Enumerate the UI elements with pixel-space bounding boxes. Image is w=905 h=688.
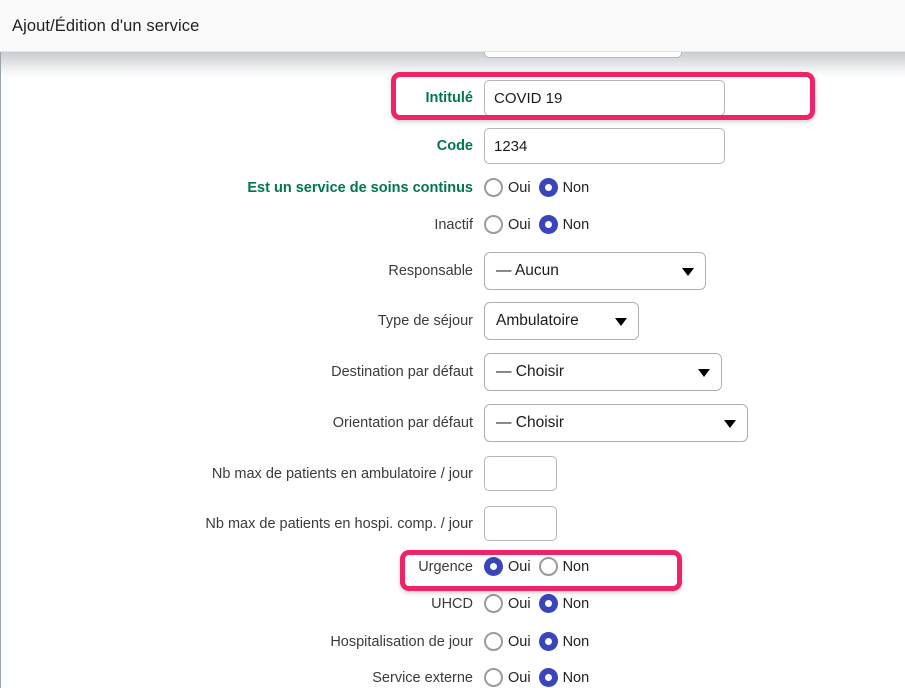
radio-label-non: Non	[562, 595, 590, 612]
radio-circle-oui[interactable]	[484, 668, 503, 687]
radio-option-urgence-non[interactable]: Non	[538, 557, 590, 576]
form-row-nbmax-ambulatoire: Nb max de patients en ambulatoire / jour	[181, 456, 557, 491]
label-type-sejour: Type de séjour	[377, 313, 473, 329]
radio-option-uhcd-oui[interactable]: Oui	[484, 594, 531, 613]
input-nbmax-ambulatoire[interactable]	[484, 456, 557, 491]
form-row-type-sejour: Type de séjour Ambulatoire	[301, 302, 639, 340]
label-nbmax-ambulatoire: Nb max de patients en ambulatoire / jour	[211, 465, 473, 482]
label-soins-continus: Est un service de soins continus	[247, 179, 473, 196]
radio-option-uhcd-non[interactable]: Non	[538, 594, 590, 613]
radio-circle-non[interactable]	[538, 215, 558, 234]
radio-label-non: Non	[562, 179, 590, 196]
input-nbmax-hospi[interactable]	[484, 506, 557, 541]
previous-field-input-partial[interactable]	[484, 52, 682, 58]
radio-option-soins-continus-non[interactable]: Non	[538, 178, 590, 197]
radio-label-non: Non	[562, 216, 590, 233]
form-row-responsable: Responsable — Aucun	[301, 252, 706, 290]
radio-group-soins-continus: Oui Non	[484, 178, 597, 197]
chevron-down-icon	[724, 420, 736, 428]
page-title: Ajout/Édition d'un service	[12, 17, 200, 35]
form-content-area: Intitulé Code Est un service de soins co…	[0, 52, 905, 688]
form-row-soins-continus: Est un service de soins continus Oui Non	[181, 178, 597, 197]
select-orientation-defaut[interactable]: — Choisir	[484, 404, 748, 442]
radio-label-oui: Oui	[508, 669, 531, 686]
radio-label-oui: Oui	[508, 179, 531, 196]
chevron-down-icon	[615, 318, 627, 326]
label-hospitalisation-jour: Hospitalisation de jour	[330, 633, 473, 650]
radio-label-oui: Oui	[508, 595, 531, 612]
radio-label-oui: Oui	[508, 216, 531, 233]
form-row-inactif: Inactif Oui Non	[181, 215, 597, 234]
label-destination-defaut: Destination par défaut	[331, 364, 473, 380]
chevron-down-icon	[698, 369, 710, 377]
radio-circle-oui[interactable]	[484, 594, 503, 613]
label-service-externe: Service externe	[372, 669, 473, 686]
radio-circle-non[interactable]	[538, 632, 558, 651]
label-orientation-defaut: Orientation par défaut	[332, 415, 473, 431]
radio-option-inactif-non[interactable]: Non	[538, 215, 590, 234]
input-intitule[interactable]	[484, 80, 725, 116]
content-top-shadow	[1, 52, 905, 78]
radio-circle-oui[interactable]	[484, 557, 503, 576]
radio-option-hospitalisation-non[interactable]: Non	[538, 632, 590, 651]
radio-group-uhcd: Oui Non	[484, 594, 597, 613]
select-responsable[interactable]: — Aucun	[484, 252, 706, 290]
radio-group-hospitalisation-jour: Oui Non	[484, 632, 597, 651]
select-type-sejour-value: Ambulatoire	[496, 312, 579, 329]
radio-option-inactif-oui[interactable]: Oui	[484, 215, 531, 234]
input-code[interactable]	[484, 128, 725, 164]
label-code: Code	[436, 138, 473, 154]
radio-option-soins-continus-oui[interactable]: Oui	[484, 178, 531, 197]
radio-option-hospitalisation-oui[interactable]: Oui	[484, 632, 531, 651]
radio-group-inactif: Oui Non	[484, 215, 597, 234]
form-row-service-externe: Service externe Oui Non	[181, 668, 597, 687]
label-intitule: Intitulé	[425, 90, 473, 106]
form-row-hospitalisation-jour: Hospitalisation de jour Oui Non	[181, 632, 597, 651]
label-uhcd: UHCD	[431, 595, 473, 612]
form-row-orientation: Orientation par défaut — Choisir	[281, 404, 748, 442]
radio-group-service-externe: Oui Non	[484, 668, 597, 687]
form-row-urgence: Urgence Oui Non	[181, 557, 597, 576]
radio-circle-oui[interactable]	[484, 178, 503, 197]
radio-circle-oui[interactable]	[484, 632, 503, 651]
radio-option-service-externe-oui[interactable]: Oui	[484, 668, 531, 687]
form-row-intitule: Intitulé	[301, 80, 725, 116]
radio-circle-non[interactable]	[538, 178, 558, 197]
select-orientation-value: — Choisir	[496, 414, 565, 431]
radio-group-urgence: Oui Non	[484, 557, 597, 576]
radio-option-urgence-oui[interactable]: Oui	[484, 557, 531, 576]
radio-label-non: Non	[562, 558, 590, 575]
radio-circle-non[interactable]	[538, 668, 558, 687]
chevron-down-icon	[682, 268, 694, 276]
label-inactif: Inactif	[434, 216, 473, 233]
radio-option-service-externe-non[interactable]: Non	[538, 668, 590, 687]
radio-label-non: Non	[562, 669, 590, 686]
select-destination-defaut[interactable]: — Choisir	[484, 353, 722, 391]
radio-label-oui: Oui	[508, 558, 531, 575]
label-responsable: Responsable	[388, 263, 473, 279]
radio-label-non: Non	[562, 633, 590, 650]
form-row-uhcd: UHCD Oui Non	[181, 594, 597, 613]
form-row-destination: Destination par défaut — Choisir	[281, 353, 722, 391]
radio-circle-non[interactable]	[538, 594, 558, 613]
radio-label-oui: Oui	[508, 633, 531, 650]
service-edit-page: Ajout/Édition d'un service Intitulé Code…	[0, 0, 905, 688]
form-row-code: Code	[301, 128, 725, 164]
label-urgence: Urgence	[418, 558, 473, 575]
select-responsable-value: — Aucun	[496, 262, 559, 279]
select-type-sejour[interactable]: Ambulatoire	[484, 302, 639, 340]
radio-circle-non[interactable]	[538, 557, 558, 576]
form-row-nbmax-hospi: Nb max de patients en hospi. comp. / jou…	[181, 506, 557, 541]
select-destination-value: — Choisir	[496, 363, 565, 380]
label-nbmax-hospi: Nb max de patients en hospi. comp. / jou…	[205, 515, 473, 532]
radio-circle-oui[interactable]	[484, 215, 503, 234]
window-title-bar: Ajout/Édition d'un service	[0, 0, 905, 52]
